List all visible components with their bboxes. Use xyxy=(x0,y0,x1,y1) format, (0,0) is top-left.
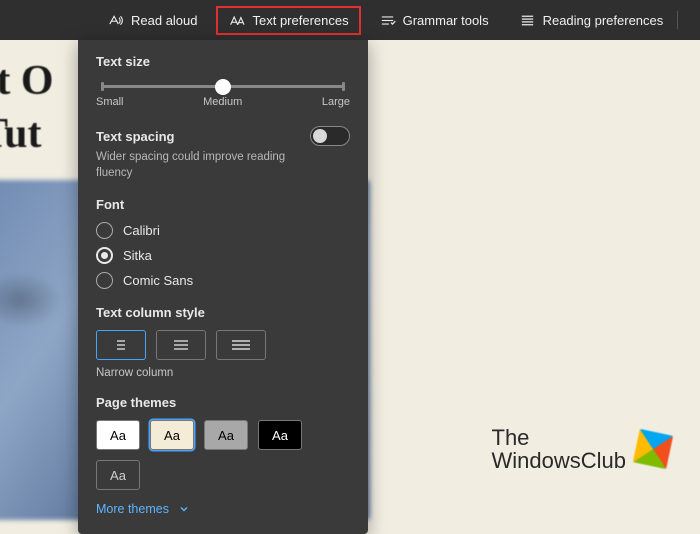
font-option-label: Comic Sans xyxy=(123,273,193,288)
more-themes-label: More themes xyxy=(96,502,169,516)
windows-logo-icon xyxy=(633,429,673,469)
chevron-down-icon xyxy=(179,504,189,514)
toolbar-reading-preferences[interactable]: Reading preferences xyxy=(507,6,676,35)
page-themes-title: Page themes xyxy=(96,395,350,410)
toolbar-label: Reading preferences xyxy=(543,13,664,28)
slider-label-medium: Medium xyxy=(203,96,242,108)
page-heading: st O Tut xyxy=(0,55,54,160)
toolbar-label: Text preferences xyxy=(253,13,349,28)
column-style-narrow[interactable] xyxy=(96,330,146,360)
more-themes-link[interactable]: More themes xyxy=(96,502,350,516)
watermark-text: The WindowsClub xyxy=(492,426,627,472)
font-section: Font Calibri Sitka Comic Sans xyxy=(96,197,350,289)
text-preferences-icon xyxy=(228,12,246,29)
text-spacing-toggle[interactable] xyxy=(310,126,350,146)
grammar-tools-icon xyxy=(379,12,396,29)
toolbar-separator xyxy=(677,11,678,29)
radio-icon xyxy=(96,247,113,264)
reading-preferences-icon xyxy=(519,12,536,29)
font-option-comic-sans[interactable]: Comic Sans xyxy=(96,272,350,289)
text-spacing-section: Text spacing Wider spacing could improve… xyxy=(96,126,350,181)
font-option-label: Calibri xyxy=(123,223,160,238)
text-size-section: Text size Small Medium Large xyxy=(96,54,350,110)
column-style-section: Text column style Narrow column xyxy=(96,305,350,379)
slider-label-large: Large xyxy=(322,96,350,108)
radio-icon xyxy=(96,272,113,289)
column-style-medium[interactable] xyxy=(156,330,206,360)
slider-thumb[interactable] xyxy=(215,79,231,95)
font-option-label: Sitka xyxy=(123,248,152,263)
font-option-calibri[interactable]: Calibri xyxy=(96,222,350,239)
radio-icon xyxy=(96,222,113,239)
text-spacing-desc: Wider spacing could improve reading flue… xyxy=(96,150,296,181)
watermark: The WindowsClub xyxy=(492,426,671,472)
page-theme-3[interactable]: Aa xyxy=(258,420,302,450)
font-title: Font xyxy=(96,197,350,212)
page-theme-2[interactable]: Aa xyxy=(204,420,248,450)
page-themes-section: Page themes Aa Aa Aa Aa Aa More themes xyxy=(96,395,350,516)
column-style-wide[interactable] xyxy=(216,330,266,360)
toolbar-grammar-tools[interactable]: Grammar tools xyxy=(367,6,501,35)
read-aloud-icon xyxy=(107,12,124,29)
text-spacing-title: Text spacing xyxy=(96,129,175,144)
column-style-title: Text column style xyxy=(96,305,350,320)
toolbar-label: Read aloud xyxy=(131,13,198,28)
toolbar-label: Grammar tools xyxy=(403,13,489,28)
page-theme-4[interactable]: Aa xyxy=(96,460,140,490)
text-size-title: Text size xyxy=(96,54,350,69)
font-option-sitka[interactable]: Sitka xyxy=(96,247,350,264)
text-size-slider[interactable]: Small Medium Large xyxy=(96,79,350,110)
toolbar-read-aloud[interactable]: Read aloud xyxy=(95,6,210,35)
page-theme-1[interactable]: Aa xyxy=(150,420,194,450)
slider-label-small: Small xyxy=(96,96,124,108)
text-preferences-panel: Text size Small Medium Large Text spacin… xyxy=(78,40,368,534)
page-theme-0[interactable]: Aa xyxy=(96,420,140,450)
toolbar-text-preferences[interactable]: Text preferences xyxy=(216,6,361,35)
column-style-caption: Narrow column xyxy=(96,367,350,379)
reader-toolbar: Read aloud Text preferences Grammar tool… xyxy=(0,0,700,40)
